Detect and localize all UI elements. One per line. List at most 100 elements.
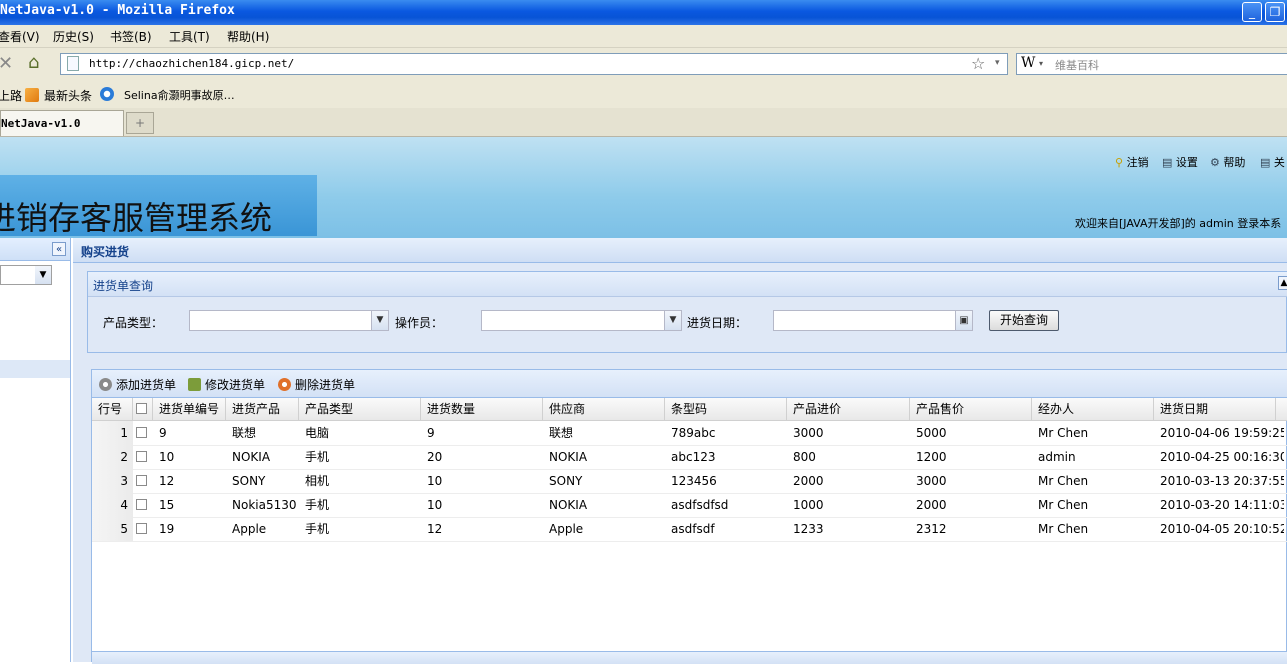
- row-checkbox[interactable]: [136, 523, 147, 534]
- cell-supplier: 联想: [549, 426, 574, 440]
- cell-handler: Mr Chen: [1038, 498, 1089, 512]
- column-header-select[interactable]: [133, 398, 153, 420]
- row-checkbox-cell[interactable]: [133, 421, 153, 445]
- logout-link[interactable]: ⚲ 注销: [1115, 154, 1149, 170]
- row-number: 3: [92, 469, 133, 493]
- minimize-button[interactable]: _: [1242, 2, 1262, 22]
- cell-price: 5000: [916, 426, 947, 440]
- help-label: 帮助: [1223, 156, 1246, 169]
- row-checkbox[interactable]: [136, 499, 147, 510]
- column-header-barcode[interactable]: 条型码: [665, 398, 787, 420]
- delete-order-button[interactable]: 删除进货单: [278, 376, 355, 393]
- maximize-button[interactable]: ❐: [1265, 2, 1285, 22]
- menu-bookmarks[interactable]: 书签(B): [110, 28, 152, 45]
- cell-price: 1200: [916, 450, 947, 464]
- stop-icon[interactable]: ✕: [0, 53, 13, 74]
- chevron-down-icon[interactable]: ▼: [371, 311, 388, 330]
- search-engine-dropdown-icon[interactable]: ▾: [1039, 59, 1043, 68]
- table-row[interactable]: 1 9 联想 电脑 9 联想 789abc 3000 5000 Mr Chen …: [92, 421, 1287, 446]
- search-bar[interactable]: W ▾ 维基百科: [1016, 53, 1287, 75]
- cell-quantity: 10: [427, 498, 443, 512]
- column-header-price[interactable]: 产品售价: [910, 398, 1032, 420]
- table-row[interactable]: 4 15 Nokia5130 手机 10 NOKIA asdfsdfsd 100…: [92, 493, 1287, 518]
- column-header-supplier[interactable]: 供应商: [543, 398, 665, 420]
- menu-history[interactable]: 历史(S): [53, 28, 94, 45]
- url-dropdown-icon[interactable]: ▾: [995, 58, 1000, 68]
- product-type-select[interactable]: ▼: [189, 310, 389, 331]
- cell-order-id: 15: [159, 498, 175, 512]
- grid-toolbar: 添加进货单 修改进货单 删除进货单: [92, 370, 1287, 398]
- row-checkbox-cell[interactable]: [133, 469, 153, 493]
- row-checkbox[interactable]: [136, 427, 147, 438]
- url-bar[interactable]: http://chaozhichen184.gicp.net/ ☆ ▾: [60, 53, 1008, 75]
- calendar-icon[interactable]: ▣: [955, 311, 972, 330]
- table-row[interactable]: 2 10 NOKIA 手机 20 NOKIA abc123 800 1200 a…: [92, 445, 1287, 470]
- collapse-icon[interactable]: «: [52, 242, 66, 256]
- column-header-product[interactable]: 进货产品: [226, 398, 299, 420]
- row-checkbox-cell[interactable]: [133, 445, 153, 469]
- tab-netjava[interactable]: NetJava-v1.0: [0, 110, 124, 136]
- column-header-product-type[interactable]: 产品类型: [299, 398, 421, 420]
- column-header-order-id[interactable]: 进货单编号: [153, 398, 226, 420]
- new-tab-button[interactable]: +: [126, 112, 154, 134]
- column-header-handler[interactable]: 经办人: [1032, 398, 1154, 420]
- bookmark-item[interactable]: 上路: [0, 87, 22, 104]
- date-field[interactable]: ▣: [773, 310, 973, 331]
- operator-label: 操作员：: [395, 316, 444, 330]
- help-link[interactable]: ⚙ 帮助: [1210, 154, 1245, 170]
- delete-icon: [278, 378, 291, 391]
- cell-quantity: 10: [427, 474, 443, 488]
- bookmark-item[interactable]: 最新头条: [44, 87, 92, 104]
- row-checkbox-cell[interactable]: [133, 493, 153, 517]
- bookmark-item[interactable]: Selina俞灏明事故原…: [124, 87, 235, 103]
- close-link[interactable]: ▤ 关: [1260, 154, 1285, 170]
- cell-barcode: 123456: [671, 474, 717, 488]
- column-header-quantity[interactable]: 进货数量: [421, 398, 543, 420]
- operator-select[interactable]: ▼: [481, 310, 682, 331]
- cell-handler: Mr Chen: [1038, 426, 1089, 440]
- column-header-date[interactable]: 进货日期: [1154, 398, 1276, 420]
- column-header-cost[interactable]: 产品进价: [787, 398, 910, 420]
- settings-link[interactable]: ▤ 设置: [1162, 154, 1198, 170]
- query-panel-title: 进货单查询: [93, 279, 154, 293]
- cell-barcode: asdfsdf: [671, 522, 715, 536]
- product-type-label: 产品类型：: [103, 316, 164, 330]
- left-nav-selected-item[interactable]: [0, 360, 70, 378]
- table-row[interactable]: 3 12 SONY 相机 10 SONY 123456 2000 3000 Mr…: [92, 469, 1287, 494]
- table-row[interactable]: 5 19 Apple 手机 12 Apple asdfsdf 1233 2312…: [92, 517, 1287, 542]
- row-checkbox[interactable]: [136, 451, 147, 462]
- home-icon[interactable]: ⌂: [28, 52, 39, 73]
- date-label: 进货日期：: [687, 316, 748, 330]
- cell-supplier: NOKIA: [549, 450, 588, 464]
- cell-date: 2010-04-25 00:16:30: [1160, 450, 1284, 464]
- wikipedia-icon[interactable]: W: [1021, 55, 1035, 71]
- cell-product: 联想: [232, 426, 257, 440]
- chevron-down-icon[interactable]: ▼: [664, 311, 681, 330]
- cell-cost: 2000: [793, 474, 824, 488]
- cell-product-type: 相机: [305, 474, 330, 488]
- menu-tools[interactable]: 工具(T): [169, 28, 210, 45]
- menu-view[interactable]: 查看(V): [0, 28, 40, 45]
- cell-barcode: asdfsdfsd: [671, 498, 729, 512]
- cell-date: 2010-03-13 20:37:55: [1160, 474, 1284, 488]
- row-number: 4: [92, 493, 133, 517]
- collapse-icon[interactable]: ▲: [1278, 276, 1287, 290]
- chevron-down-icon[interactable]: ▼: [35, 266, 51, 284]
- cell-quantity: 12: [427, 522, 443, 536]
- select-all-checkbox[interactable]: [136, 403, 147, 414]
- app-title: 进销存客服管理系统: [0, 199, 273, 237]
- menu-help[interactable]: 帮助(H): [227, 28, 269, 45]
- add-order-button[interactable]: 添加进货单: [99, 376, 176, 393]
- search-button[interactable]: 开始查询: [989, 310, 1059, 331]
- left-panel-select[interactable]: ▼: [0, 265, 52, 285]
- cell-cost: 1000: [793, 498, 824, 512]
- row-checkbox-cell[interactable]: [133, 517, 153, 541]
- cell-cost: 3000: [793, 426, 824, 440]
- app-header: 进销存客服管理系统 ⚲ 注销 ▤ 设置 ⚙ 帮助 ▤ 关 欢迎来自[JAVA开发…: [0, 137, 1287, 238]
- cell-quantity: 20: [427, 450, 443, 464]
- star-icon[interactable]: ☆: [971, 54, 985, 73]
- cell-product: Nokia5130: [232, 498, 297, 512]
- edit-order-button[interactable]: 修改进货单: [188, 376, 265, 393]
- url-text[interactable]: http://chaozhichen184.gicp.net/: [89, 57, 294, 70]
- row-checkbox[interactable]: [136, 475, 147, 486]
